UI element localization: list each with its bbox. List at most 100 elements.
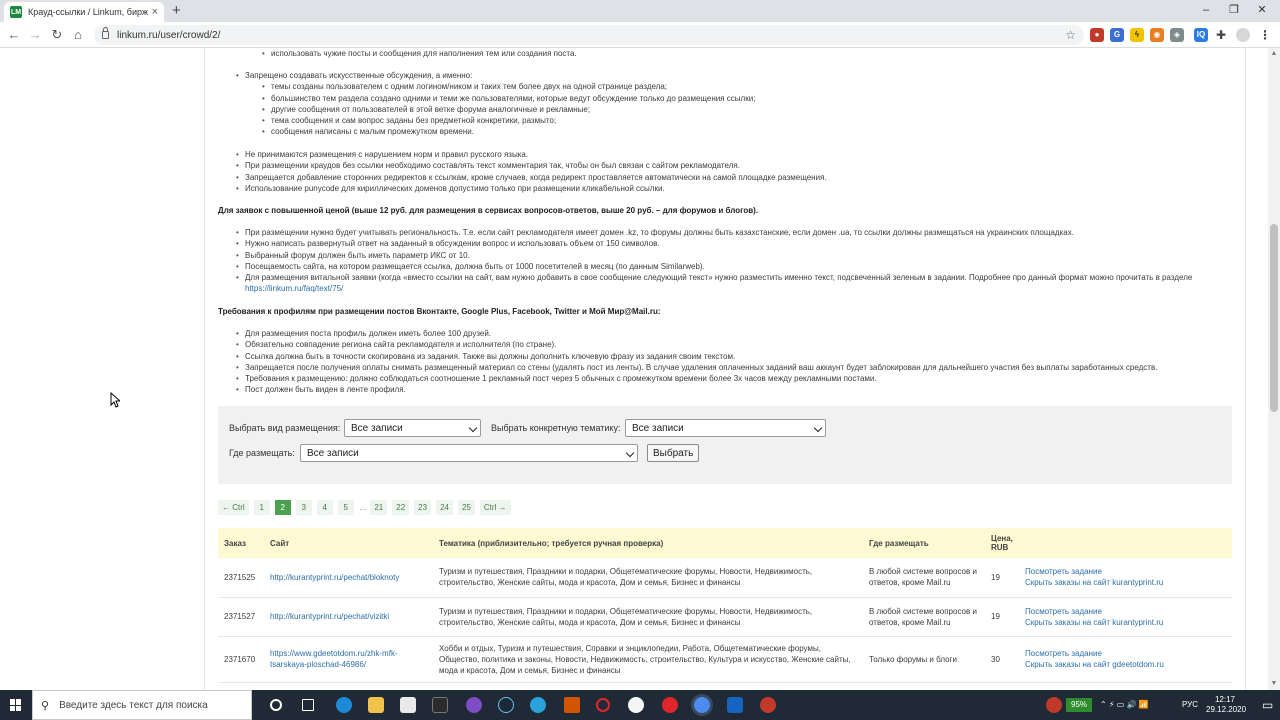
telegram-icon[interactable] <box>530 697 546 713</box>
pager-page-23[interactable]: 23 <box>414 500 432 515</box>
obs-record-icon[interactable] <box>760 697 776 713</box>
extension-lightning-icon[interactable]: ϟ <box>1130 28 1144 42</box>
col-price: Цена, RUB <box>985 528 1019 558</box>
site-cell-link[interactable]: https://www.gdeetotdom.ru/zhk-mfk-tsarsk… <box>270 649 398 669</box>
pager-page-22[interactable]: 22 <box>392 500 410 515</box>
price-cell: 30 <box>985 636 1019 683</box>
edge-icon[interactable] <box>336 697 352 713</box>
rules-general: Не принимаются размещения с нарушением н… <box>218 149 1228 194</box>
close-window-icon[interactable]: ✕ <box>1252 2 1272 18</box>
page-scrollbar[interactable]: ▲ ▼ <box>1268 48 1280 690</box>
steam-icon[interactable] <box>498 697 514 713</box>
extension-translate-icon[interactable]: G <box>1110 28 1124 42</box>
remote-desktop-icon[interactable] <box>727 697 743 713</box>
tab-close-icon[interactable]: × <box>152 6 158 18</box>
opera-gx-icon[interactable] <box>596 698 610 712</box>
scroll-down-icon[interactable]: ▼ <box>1268 678 1280 690</box>
topic-select[interactable]: Все записи <box>625 419 826 437</box>
site-cell-link[interactable]: http://kurantyprint.ru/pechat/vizitki <box>270 612 389 621</box>
type-select-value: Все записи <box>351 423 403 434</box>
faq-link[interactable]: https://linkum.ru/faq/text/75/ <box>245 284 343 293</box>
pager-prev-button[interactable]: ← Ctrl <box>218 500 249 515</box>
app-orange-icon[interactable] <box>564 697 580 713</box>
address-bar[interactable]: linkum.ru/user/crowd/2/ ☆ <box>94 25 1084 45</box>
pager-page-21[interactable]: 21 <box>370 500 388 515</box>
hide-orders-link[interactable]: Скрыть заказы на сайт gdeetotdom.ru <box>1025 660 1164 669</box>
browser-tab[interactable]: LM Крауд-ссылки / Linkum, биржа × <box>4 2 164 22</box>
notifications-icon[interactable]: ▭ <box>1262 690 1273 720</box>
file-explorer-icon[interactable] <box>368 697 384 713</box>
pager-next-button[interactable]: Ctrl → <box>479 500 511 515</box>
pager-page-2[interactable]: 2 <box>274 500 291 515</box>
rule-item: Выбранный форум должен быть иметь параме… <box>218 250 1228 262</box>
page-viewport: использовать чужие посты и сообщения для… <box>0 48 1268 690</box>
viber-icon[interactable] <box>466 697 482 713</box>
task-view-icon[interactable] <box>302 699 314 711</box>
back-icon[interactable]: ← <box>5 26 23 44</box>
taskbar-search[interactable]: ⚲ Введите здесь текст для поиска <box>32 690 252 720</box>
hide-orders-link[interactable]: Скрыть заказы на сайт kurantyprint.ru <box>1025 578 1163 587</box>
epic-games-icon[interactable] <box>432 697 448 713</box>
pager-page-24[interactable]: 24 <box>436 500 453 515</box>
pager-page-1[interactable]: 1 <box>253 500 270 515</box>
premium-list: При размещении нужно будет учитывать рег… <box>218 227 1228 272</box>
chrome-icon[interactable] <box>694 697 710 713</box>
clock-date: 29.12.2020 <box>1206 705 1247 714</box>
where-cell: В любой системе вопросов и ответов, кром… <box>863 597 985 637</box>
home-icon[interactable]: ⌂ <box>69 26 87 44</box>
where-label: Где размещать: <box>229 448 295 458</box>
pager-page-25[interactable]: 25 <box>457 500 475 515</box>
view-task-link[interactable]: Посмотреть задание <box>1025 567 1102 576</box>
forward-icon[interactable]: → <box>26 26 44 44</box>
table-header-row: Заказ Сайт Тематика (приблизительно; тре… <box>218 528 1232 558</box>
apply-filter-button[interactable]: Выбрать <box>647 444 700 462</box>
menu-kebab-icon[interactable]: ⋮ <box>1258 28 1272 42</box>
where-select[interactable]: Все записи <box>300 444 638 462</box>
rule-item: Запрещается после получения оплаты снима… <box>218 362 1228 374</box>
restore-icon[interactable]: ❐ <box>1224 2 1244 18</box>
rule-item: большинство тем раздела создано одними и… <box>218 93 1228 105</box>
rule-item: Нужно написать развернутый ответ на зада… <box>218 238 1228 250</box>
opera-icon[interactable] <box>662 697 678 713</box>
site-cell-link[interactable]: http://kurantyprint.ru/pechat/bloknoty <box>270 573 399 582</box>
rule-item: Для размещения витальной заявки (когда «… <box>218 272 1228 295</box>
windows-taskbar: ⚲ Введите здесь текст для поиска 95% ⌃ ⚡… <box>0 690 1280 720</box>
scrollbar-thumb[interactable] <box>1270 224 1278 412</box>
col-topic: Тематика (приблизительно; требуется ручн… <box>433 528 863 558</box>
pager-page-5[interactable]: 5 <box>337 500 354 515</box>
linkum-favicon-icon: LM <box>10 6 22 18</box>
extension-orange-icon[interactable]: ◉ <box>1150 28 1164 42</box>
tray-icons[interactable]: ⌃ ⚡ ▭ 🔊 📶 <box>1100 690 1149 720</box>
clock[interactable]: 12:17 29.12.2020 <box>1206 695 1247 720</box>
mouse-cursor-icon <box>110 392 120 408</box>
reload-icon[interactable]: ↻ <box>48 26 66 44</box>
minimize-icon[interactable]: – <box>1196 2 1216 18</box>
pager-ellipsis: ... <box>359 503 367 512</box>
rule-item: Ссылка должна быть в точности скопирован… <box>218 351 1228 363</box>
rule-text: Для размещения витальной заявки (когда «… <box>245 273 1193 283</box>
pager-page-4[interactable]: 4 <box>316 500 333 515</box>
hide-orders-link[interactable]: Скрыть заказы на сайт kurantyprint.ru <box>1025 618 1163 627</box>
view-task-link[interactable]: Посмотреть задание <box>1025 607 1102 616</box>
profile-avatar-icon[interactable] <box>1236 28 1250 42</box>
actions-cell: Посмотреть задание Скрыть заказы на сайт … <box>1019 558 1232 598</box>
windows-start-icon[interactable] <box>10 699 22 711</box>
extension-shield-icon[interactable]: ◈ <box>1170 28 1184 42</box>
new-tab-button[interactable]: + <box>172 3 181 19</box>
cortana-icon[interactable] <box>270 699 282 711</box>
bookmark-star-icon[interactable]: ☆ <box>1065 28 1076 42</box>
view-task-link[interactable]: Посмотреть задание <box>1025 649 1102 658</box>
type-select[interactable]: Все записи <box>344 419 481 437</box>
language-indicator[interactable]: РУС <box>1182 690 1198 720</box>
scroll-up-icon[interactable]: ▲ <box>1268 48 1280 60</box>
site-cell: https://www.gdeetotdom.ru/zhk-mfk-tsarsk… <box>264 636 433 683</box>
extension-iq-icon[interactable]: IQ <box>1194 28 1208 42</box>
pager-page-3[interactable]: 3 <box>295 500 312 515</box>
tray-antivirus-icon[interactable] <box>1046 697 1062 713</box>
social-heading: Требования к профилям при размещении пос… <box>218 307 661 316</box>
extension-adblock-icon[interactable]: ● <box>1090 28 1104 42</box>
yandex-browser-icon[interactable] <box>628 697 644 713</box>
store-icon[interactable] <box>400 697 416 713</box>
battery-indicator[interactable]: 95% <box>1066 698 1093 712</box>
extensions-puzzle-icon[interactable]: ✚ <box>1214 28 1228 42</box>
